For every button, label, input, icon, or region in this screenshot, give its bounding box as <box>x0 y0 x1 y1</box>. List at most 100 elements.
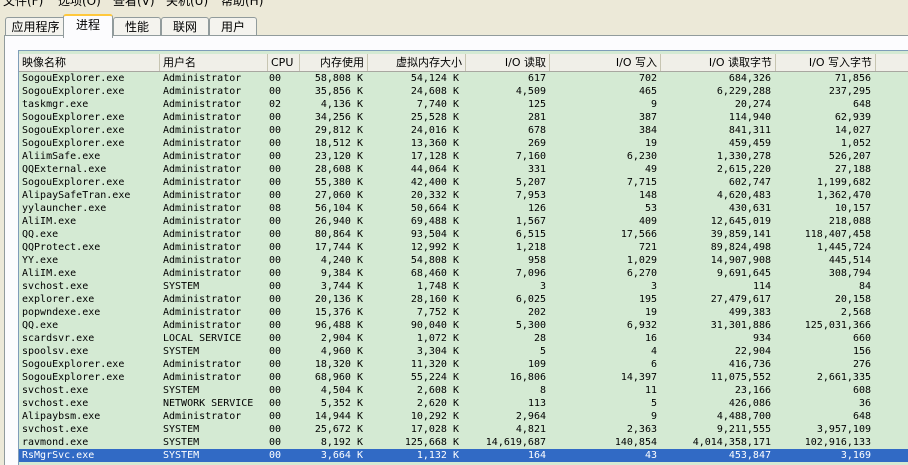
table-row[interactable]: QQ.exe Administrator 00 80,864 K 93,504 K 6,5… <box>19 228 908 241</box>
cell-io-write-bytes: 27,188 <box>834 164 871 175</box>
table-row[interactable]: AliIM.exe Administrator 00 9,384 K 68,460 K 7… <box>19 267 908 280</box>
cell-user-name: Administrator <box>163 372 242 383</box>
cell-image-name: AliIM.exe <box>22 216 77 227</box>
tab-applications[interactable]: 应用程序 <box>5 17 66 36</box>
cell-io-read-bytes: 114 <box>752 281 771 292</box>
column-header-image-name[interactable]: 映像名称 <box>19 54 160 71</box>
cell-cpu: 00 <box>269 164 282 175</box>
menu-options[interactable]: 选项(O) <box>58 0 101 9</box>
cell-io-write-bytes: 10,157 <box>834 203 871 214</box>
table-row[interactable]: AlipaySafeTran.exe Administrator 00 27,060 … <box>19 189 908 202</box>
cell-mem-usage: 29,812 K <box>314 125 363 136</box>
cell-image-name: SogouExplorer.exe <box>22 359 125 370</box>
column-header-io-reads[interactable]: I/O 读取 <box>466 54 550 71</box>
table-row[interactable]: SogouExplorer.exe Administrator 00 18,320 K… <box>19 358 908 371</box>
tab-performance[interactable]: 性能 <box>113 17 161 36</box>
cell-io-writes: 17,566 <box>620 229 657 240</box>
table-row[interactable]: SogouExplorer.exe Administrator 00 35,856 K… <box>19 85 908 98</box>
table-row[interactable]: SogouExplorer.exe Administrator 00 34,256 K… <box>19 111 908 124</box>
cell-vm-size: 7,740 K <box>416 99 459 110</box>
cell-user-name: Administrator <box>163 112 242 123</box>
table-row[interactable]: yylauncher.exe Administrator 08 56,104 K 50,… <box>19 202 908 215</box>
cell-cpu: 00 <box>269 112 282 123</box>
table-row[interactable]: taskmgr.exe Administrator 02 4,136 K 7,740 K… <box>19 98 908 111</box>
cell-mem-usage: 3,664 K <box>320 450 363 461</box>
cell-io-read-bytes: 453,847 <box>728 450 771 461</box>
cell-vm-size: 1,072 K <box>416 333 459 344</box>
column-header-io-read-bytes[interactable]: I/O 读取字节 <box>661 54 776 71</box>
table-row[interactable]: svchost.exe NETWORK SERVICE 00 5,352 K 2,620… <box>19 397 908 410</box>
cell-io-write-bytes: 3,169 <box>840 450 871 461</box>
table-row[interactable]: ravmond.exe SYSTEM 00 8,192 K 125,668 K 14,61… <box>19 436 908 449</box>
table-row[interactable]: SogouExplorer.exe Administrator 00 29,812 K… <box>19 124 908 137</box>
cell-user-name: Administrator <box>163 73 242 84</box>
cell-image-name: svchost.exe <box>22 424 89 435</box>
cell-io-read-bytes: 934 <box>752 333 771 344</box>
cell-image-name: YY.exe <box>22 255 59 266</box>
cell-cpu: 00 <box>269 450 282 461</box>
column-header-cpu[interactable]: CPU <box>268 54 300 71</box>
table-row[interactable]: Alipaybsm.exe Administrator 00 14,944 K 10,2… <box>19 410 908 423</box>
cell-io-writes: 14,397 <box>620 372 657 383</box>
tab-processes[interactable]: 进程 <box>63 14 113 38</box>
table-row-selected[interactable]: RsMgrSvc.exe SYSTEM 00 3,664 K 1,132 K 164 43 4… <box>19 449 908 462</box>
table-row[interactable]: SogouExplorer.exe Administrator 00 55,380 K… <box>19 176 908 189</box>
cell-io-write-bytes: 102,916,133 <box>804 437 871 448</box>
tab-strip: 应用程序 进程 性能 联网 用户 <box>0 14 908 38</box>
menu-view[interactable]: 查看(V) <box>113 0 155 9</box>
cell-vm-size: 1,748 K <box>416 281 459 292</box>
column-header-user-name[interactable]: 用户名 <box>160 54 268 71</box>
cell-cpu: 00 <box>269 86 282 97</box>
column-header-mem-usage[interactable]: 内存使用 <box>300 54 368 71</box>
menu-shutdown[interactable]: 关机(U) <box>166 0 208 9</box>
menu-file[interactable]: 文件(F) <box>3 0 43 9</box>
cell-io-reads: 6,515 <box>515 229 546 240</box>
table-row[interactable]: QQ.exe Administrator 00 96,488 K 90,040 K 5,3… <box>19 319 908 332</box>
column-header-io-write-bytes[interactable]: I/O 写入字节 <box>776 54 876 71</box>
table-row[interactable]: SogouExplorer.exe Administrator 00 68,960 K… <box>19 371 908 384</box>
table-row[interactable]: YY.exe Administrator 00 4,240 K 54,808 K 958 1… <box>19 254 908 267</box>
menu-help[interactable]: 帮助(H) <box>221 0 263 9</box>
cell-user-name: Administrator <box>163 99 242 110</box>
cell-io-read-bytes: 499,383 <box>728 307 771 318</box>
table-row[interactable]: QQProtect.exe Administrator 00 17,744 K 12,9… <box>19 241 908 254</box>
table-row[interactable]: svchost.exe SYSTEM 00 3,744 K 1,748 K 3 3 114 84 <box>19 280 908 293</box>
cell-io-writes: 9 <box>650 411 657 422</box>
table-row[interactable]: svchost.exe SYSTEM 00 4,504 K 2,608 K 8 11 23,1… <box>19 384 908 397</box>
cell-cpu: 00 <box>269 333 282 344</box>
cell-cpu: 00 <box>269 255 282 266</box>
table-row[interactable]: svchost.exe SYSTEM 00 25,672 K 17,028 K 4,821… <box>19 423 908 436</box>
table-row[interactable]: SogouExplorer.exe Administrator 00 18,512 K… <box>19 137 908 150</box>
cell-image-name: taskmgr.exe <box>22 99 89 110</box>
table-row[interactable]: QQExternal.exe Administrator 00 28,608 K 44,… <box>19 163 908 176</box>
table-row[interactable]: AliimSafe.exe Administrator 00 23,120 K 17,1… <box>19 150 908 163</box>
cell-user-name: Administrator <box>163 294 242 305</box>
table-row[interactable]: scardsvr.exe LOCAL SERVICE 00 2,904 K 1,072 … <box>19 332 908 345</box>
cell-vm-size: 24,608 K <box>410 86 459 97</box>
table-row[interactable]: popwndexe.exe Administrator 00 15,376 K 7,75… <box>19 306 908 319</box>
cell-vm-size: 24,016 K <box>410 125 459 136</box>
cell-io-writes: 19 <box>644 307 657 318</box>
cell-cpu: 00 <box>269 294 282 305</box>
column-header-vm-size[interactable]: 虚拟内存大小 <box>368 54 466 71</box>
cell-io-reads: 7,096 <box>515 268 546 279</box>
tab-users[interactable]: 用户 <box>209 17 257 36</box>
cell-io-read-bytes: 2,615,220 <box>716 164 771 175</box>
table-row[interactable]: SogouExplorer.exe Administrator 00 58,808 K… <box>19 72 908 85</box>
table-row[interactable]: spoolsv.exe SYSTEM 00 4,960 K 3,304 K 5 4 22,90… <box>19 345 908 358</box>
table-row[interactable]: AliIM.exe Administrator 00 26,940 K 69,488 K… <box>19 215 908 228</box>
cell-io-writes: 409 <box>638 216 657 227</box>
cell-cpu: 00 <box>269 359 282 370</box>
column-header-io-writes[interactable]: I/O 写入 <box>550 54 661 71</box>
cell-io-read-bytes: 14,907,908 <box>710 255 771 266</box>
cell-io-writes: 702 <box>638 73 657 84</box>
cell-io-reads: 126 <box>527 203 546 214</box>
table-row[interactable]: explorer.exe Administrator 00 20,136 K 28,16… <box>19 293 908 306</box>
cell-user-name: Administrator <box>163 411 242 422</box>
cell-io-read-bytes: 23,166 <box>734 385 771 396</box>
cell-io-read-bytes: 9,211,555 <box>716 424 771 435</box>
process-list[interactable]: 映像名称 用户名 CPU 内存使用 虚拟内存大小 I/O 读取 I/O 写入 I… <box>18 50 908 465</box>
tab-networking[interactable]: 联网 <box>161 17 209 36</box>
cell-vm-size: 50,664 K <box>410 203 459 214</box>
cell-image-name: AliimSafe.exe <box>22 151 101 162</box>
